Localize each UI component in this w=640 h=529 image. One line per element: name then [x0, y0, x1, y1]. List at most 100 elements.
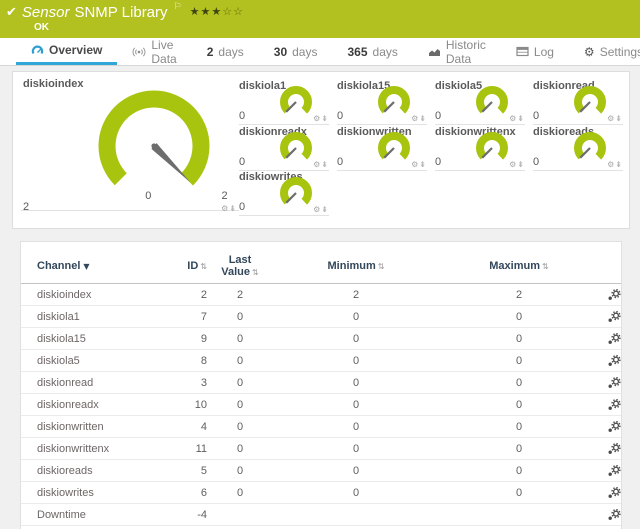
- channel-maximum: 0: [445, 311, 593, 323]
- table-row: Downtime -4: [21, 504, 621, 526]
- small-gauges-grid: diskiola1 0 ⚙⇟ diskiola15 0 ⚙⇟ diskiola5…: [239, 72, 623, 216]
- tab-settings[interactable]: ⚙ Settings: [569, 38, 640, 65]
- pin-icon[interactable]: ⇟: [615, 160, 623, 169]
- edit-channel-button[interactable]: [593, 288, 623, 300]
- flag-icon[interactable]: ⚐: [174, 2, 182, 12]
- stars-filled: ★★★: [190, 5, 223, 18]
- gauge-icon: [31, 44, 44, 56]
- gauge-cell-diskiola15[interactable]: diskiola15 0 ⚙⇟: [337, 72, 427, 125]
- gauge-label: diskioindex: [23, 78, 84, 90]
- gauge-cell-diskionreadx[interactable]: diskionreadx 0 ⚙⇟: [239, 125, 329, 171]
- edit-channel-button[interactable]: [593, 354, 623, 366]
- edit-channel-button[interactable]: [593, 398, 623, 410]
- page-title: SensorSNMP Library: [22, 4, 168, 21]
- channel-name[interactable]: diskiola5: [37, 355, 165, 367]
- channel-id: 10: [165, 399, 213, 411]
- gauge-cell-diskiola5[interactable]: diskiola5 0 ⚙⇟: [435, 72, 525, 125]
- channel-last-value: 0: [213, 355, 267, 367]
- pin-icon[interactable]: ⇟: [517, 114, 525, 123]
- channel-name[interactable]: diskioindex: [37, 289, 165, 301]
- sort-icon: ⇅: [252, 268, 259, 277]
- table-row: diskiola5 8 0 0 0: [21, 350, 621, 372]
- edit-channel-button[interactable]: [593, 332, 623, 344]
- priority-stars[interactable]: ★★★☆☆: [190, 5, 244, 18]
- table-body: diskioindex 2 2 2 2 diskiola1 7 0 0 0 di…: [21, 284, 621, 526]
- channel-id: 9: [165, 333, 213, 345]
- broadcast-icon: [132, 46, 146, 57]
- table-header-row: Channel▼ ID⇅ LastValue⇅ Minimum⇅ Maximum…: [21, 254, 621, 284]
- channel-maximum: 0: [445, 333, 593, 345]
- pin-icon[interactable]: ⇟: [419, 114, 427, 123]
- channel-name[interactable]: diskiola1: [37, 311, 165, 323]
- table-row: diskiowrites 6 0 0 0: [21, 482, 621, 504]
- channel-gear-icon: [607, 333, 621, 345]
- channel-name[interactable]: diskiola15: [37, 333, 165, 345]
- edit-channel-button[interactable]: [593, 508, 623, 520]
- tab-overview[interactable]: Overview: [16, 38, 117, 65]
- gauge-dial: [275, 175, 317, 211]
- channel-name[interactable]: diskionreadx: [37, 399, 165, 411]
- tab-2-days[interactable]: 2 days: [192, 38, 259, 65]
- edit-channel-button[interactable]: [593, 442, 623, 454]
- gauge-scale-max: 2: [222, 190, 228, 202]
- channel-name[interactable]: diskionread: [37, 377, 165, 389]
- channel-table: Channel▼ ID⇅ LastValue⇅ Minimum⇅ Maximum…: [20, 241, 622, 529]
- gauge-scale-min: 0: [145, 190, 151, 202]
- gauge-dial: [275, 84, 317, 120]
- gauge-cell-diskionwritten[interactable]: diskionwritten 0 ⚙⇟: [337, 125, 427, 171]
- edit-channel-button[interactable]: [593, 310, 623, 322]
- stars-empty: ☆☆: [222, 5, 244, 18]
- gauge-cell-diskiowrites[interactable]: diskiowrites 0 ⚙⇟: [239, 171, 329, 216]
- gauge-cell-diskiola1[interactable]: diskiola1 0 ⚙⇟: [239, 72, 329, 125]
- tab-historic-data[interactable]: Historic Data: [413, 38, 501, 65]
- chart-icon: [428, 46, 441, 57]
- channel-name[interactable]: Downtime: [37, 509, 165, 521]
- tab-bar: Overview Live Data 2 days 30 days 365 da…: [0, 38, 640, 66]
- table-row: diskionreadx 10 0 0 0: [21, 394, 621, 416]
- table-row: diskioreads 5 0 0 0: [21, 460, 621, 482]
- gauge-cell-diskionread[interactable]: diskionread 0 ⚙⇟: [533, 72, 623, 125]
- pin-icon[interactable]: ⇟: [615, 114, 623, 123]
- channel-name[interactable]: diskioreads: [37, 465, 165, 477]
- pin-icon[interactable]: ⇟: [517, 160, 525, 169]
- channel-name[interactable]: diskiowrites: [37, 487, 165, 499]
- empty-cell: [533, 171, 623, 216]
- edit-channel-button[interactable]: [593, 376, 623, 388]
- sensor-name: SNMP Library: [74, 4, 167, 21]
- col-header-maximum[interactable]: Maximum⇅: [445, 260, 593, 272]
- edit-channel-button[interactable]: [593, 464, 623, 476]
- channel-last-value: 0: [213, 333, 267, 345]
- pin-icon[interactable]: ⇟: [229, 204, 237, 213]
- col-header-minimum[interactable]: Minimum⇅: [267, 260, 445, 272]
- channel-gear-icon: [607, 487, 621, 499]
- channel-gear-icon: [607, 465, 621, 477]
- pin-icon[interactable]: ⇟: [321, 160, 329, 169]
- tab-30-days[interactable]: 30 days: [259, 38, 333, 65]
- channel-maximum: 0: [445, 421, 593, 433]
- channel-maximum: 0: [445, 443, 593, 455]
- col-header-last-value[interactable]: LastValue⇅: [213, 254, 267, 278]
- pin-icon[interactable]: ⇟: [321, 114, 329, 123]
- channel-name[interactable]: diskionwritten: [37, 421, 165, 433]
- channel-gear-icon: [607, 355, 621, 367]
- edit-channel-button[interactable]: [593, 486, 623, 498]
- channel-gear-icon: [607, 311, 621, 323]
- gauge-cell-diskioreads[interactable]: diskioreads 0 ⚙⇟: [533, 125, 623, 171]
- channel-gear-icon: [607, 289, 621, 301]
- channel-maximum: 0: [445, 399, 593, 411]
- gauge-cell-diskionwrittenx[interactable]: diskionwrittenx 0 ⚙⇟: [435, 125, 525, 171]
- tab-365-days[interactable]: 365 days: [332, 38, 412, 65]
- col-header-channel[interactable]: Channel▼: [37, 260, 165, 272]
- tab-live-data[interactable]: Live Data: [117, 38, 191, 65]
- channel-id: 4: [165, 421, 213, 433]
- channel-name[interactable]: diskionwrittenx: [37, 443, 165, 455]
- tab-log[interactable]: Log: [501, 38, 569, 65]
- edit-channel-button[interactable]: [593, 420, 623, 432]
- channel-last-value: 0: [213, 377, 267, 389]
- pin-icon[interactable]: ⇟: [321, 205, 329, 214]
- log-icon: [516, 46, 529, 57]
- pin-icon[interactable]: ⇟: [419, 160, 427, 169]
- channel-gear-icon: [607, 443, 621, 455]
- gauge-main-diskioindex[interactable]: diskioindex 0 2 2 ⚙⇟: [21, 72, 239, 211]
- col-header-id[interactable]: ID⇅: [165, 260, 213, 272]
